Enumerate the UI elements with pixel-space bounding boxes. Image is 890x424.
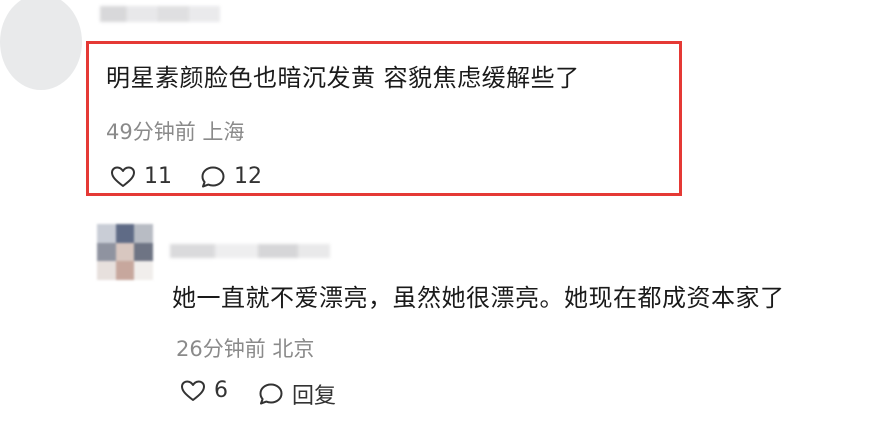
like-count: 6 — [214, 378, 228, 403]
reply-button[interactable]: 回复 — [258, 378, 336, 410]
blurred-username[interactable] — [170, 244, 330, 258]
avatar[interactable] — [97, 224, 153, 280]
comment-count: 12 — [234, 164, 262, 189]
comment-bubble-icon — [201, 166, 225, 187]
like-button[interactable]: 6 — [180, 378, 228, 403]
comment-text: 明星素颜脸色也暗沉发黄 容貌焦虑缓解些了 — [106, 64, 580, 92]
reply-meta: 26分钟前 北京 — [176, 337, 315, 361]
comment-button[interactable]: 12 — [200, 164, 262, 189]
reply-text: 她一直就不爱漂亮，虽然她很漂亮。她现在都成资本家了 — [172, 284, 785, 312]
blurred-username[interactable] — [100, 6, 220, 22]
heart-icon — [111, 166, 135, 187]
like-count: 11 — [144, 164, 172, 189]
reply-label: 回复 — [292, 384, 337, 409]
comment-bubble-icon — [259, 383, 283, 405]
like-button[interactable]: 11 — [110, 164, 172, 189]
heart-icon — [181, 380, 205, 401]
avatar[interactable] — [0, 0, 82, 90]
comment-meta: 49分钟前 上海 — [106, 120, 245, 144]
